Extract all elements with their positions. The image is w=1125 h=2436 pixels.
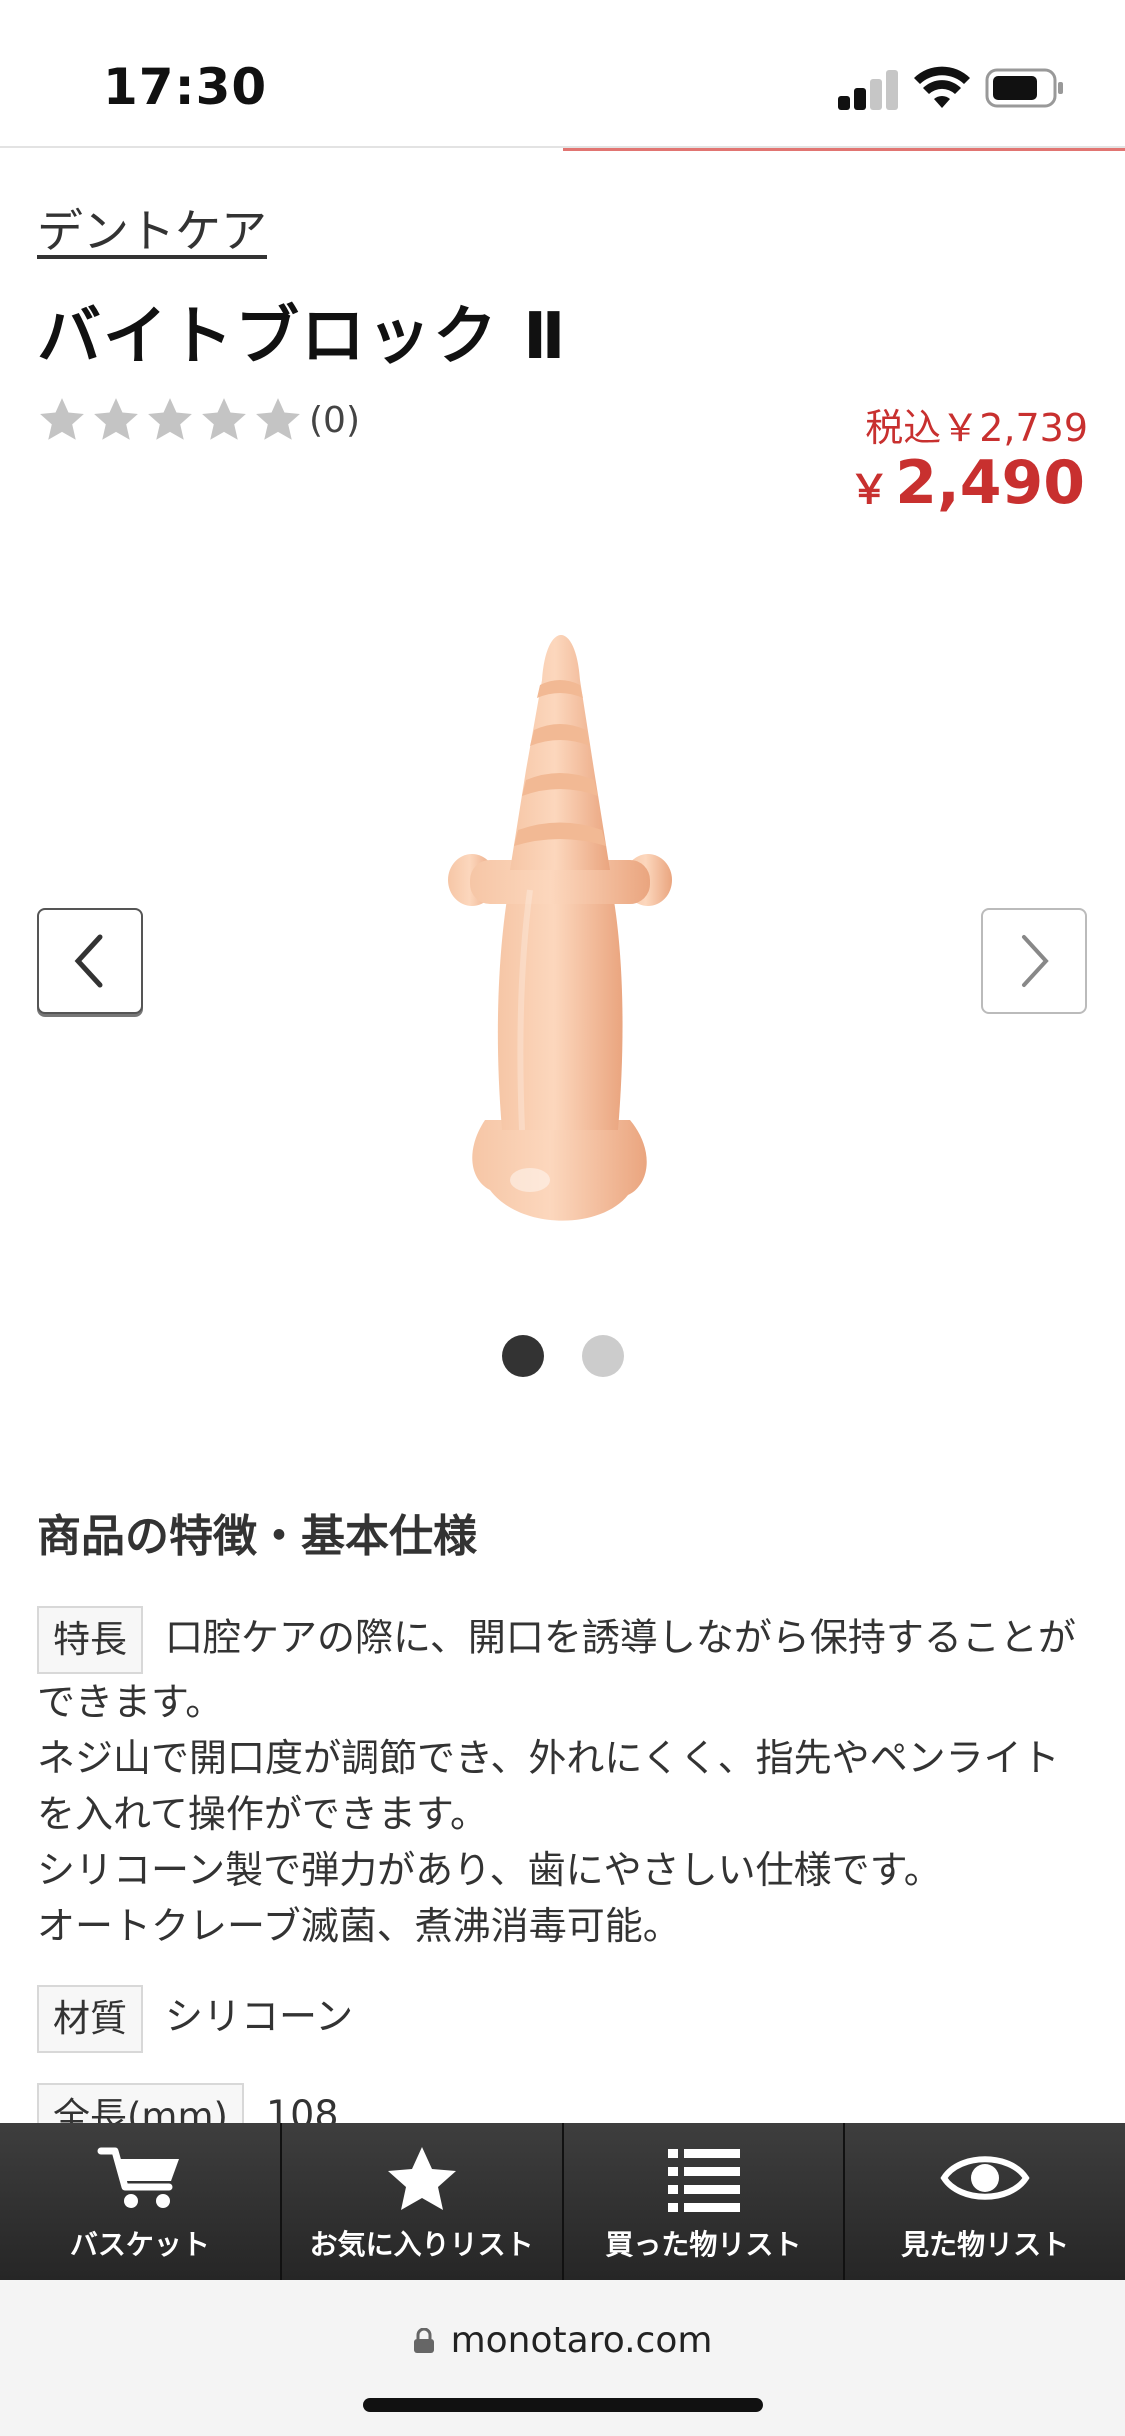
feature-line: ネジ山で開口度が調節でき、外れにくく、指先やペンライトを入れて操作ができます。	[37, 1736, 1060, 1836]
spec-material: 材質 シリコーン	[37, 1985, 1087, 2053]
feature-line: オートクレーブ滅菌、煮沸消毒可能。	[37, 1904, 681, 1948]
spec-label-material: 材質	[37, 1985, 143, 2053]
url-display[interactable]: monotaro.com	[0, 2320, 1125, 2361]
favorites-label: お気に入りリスト	[309, 2228, 534, 2261]
favorites-button[interactable]: お気に入りリスト	[282, 2123, 564, 2280]
section-title-features: 商品の特徴・基本仕様	[37, 1511, 477, 1562]
star-icon	[148, 398, 192, 440]
category-link[interactable]: デントケア	[37, 195, 267, 261]
previous-image-button[interactable]	[37, 908, 143, 1014]
next-image-button[interactable]	[981, 908, 1087, 1014]
url-text: monotaro.com	[450, 2320, 713, 2361]
rating-count: (0)	[309, 399, 360, 441]
purchased-list-label: 買った物リスト	[605, 2228, 802, 2261]
basket-label: バスケット	[69, 2228, 210, 2261]
list-icon	[668, 2149, 741, 2212]
star-icon	[40, 398, 84, 440]
star-icon	[94, 398, 138, 440]
spec-feature: 特長 口腔ケアの際に、開口を誘導しながら保持することができます。 ネジ山で開口度が…	[37, 1606, 1087, 1954]
status-time: 17:30	[103, 58, 268, 116]
battery-icon	[985, 68, 1063, 108]
lock-icon	[413, 2328, 434, 2353]
feature-line: 口腔ケアの際に、開口を誘導しながら保持することができます。	[37, 1615, 1076, 1725]
pagination-dot[interactable]	[581, 1335, 624, 1377]
bite-block-product-image[interactable]	[430, 590, 690, 1270]
price-symbol: ￥	[849, 467, 890, 513]
bottom-toolbar: バスケット お気に入りリスト 買った物リスト 見た物リスト	[0, 2123, 1125, 2280]
status-bar: 17:30	[0, 0, 1125, 148]
spec-label-feature: 特長	[37, 1606, 143, 1674]
price-value: 2,490	[895, 448, 1085, 518]
rating[interactable]: (0)	[37, 395, 360, 445]
gallery-pagination	[0, 1335, 1125, 1379]
star-icon	[202, 398, 246, 440]
feature-line: シリコーン製で弾力があり、歯にやさしい仕様です。	[37, 1848, 942, 1892]
chevron-left-icon	[74, 934, 103, 988]
price: ￥ 2,490	[849, 448, 1085, 518]
wifi-icon	[914, 66, 970, 108]
home-indicator[interactable]	[363, 2398, 763, 2412]
star-icon	[256, 398, 300, 440]
tax-included-price: 税込￥2,739	[865, 406, 1088, 450]
star-icon	[387, 2147, 456, 2210]
signal-icon	[838, 68, 900, 110]
eye-icon	[940, 2156, 1030, 2200]
cart-icon	[97, 2147, 179, 2208]
page-load-progress	[563, 148, 1125, 151]
spec-value-material: シリコーン	[165, 1994, 354, 2039]
pagination-dot-active[interactable]	[501, 1335, 544, 1377]
browser-address-bar[interactable]: monotaro.com	[0, 2280, 1125, 2436]
purchased-list-button[interactable]: 買った物リスト	[564, 2123, 846, 2280]
image-gallery[interactable]	[0, 560, 1125, 1300]
viewed-list-button[interactable]: 見た物リスト	[845, 2123, 1125, 2280]
product-title: バイトブロック Ⅱ	[37, 300, 568, 374]
basket-button[interactable]: バスケット	[0, 2123, 282, 2280]
viewed-list-label: 見た物リスト	[901, 2228, 1070, 2261]
chevron-right-icon	[1022, 935, 1049, 987]
